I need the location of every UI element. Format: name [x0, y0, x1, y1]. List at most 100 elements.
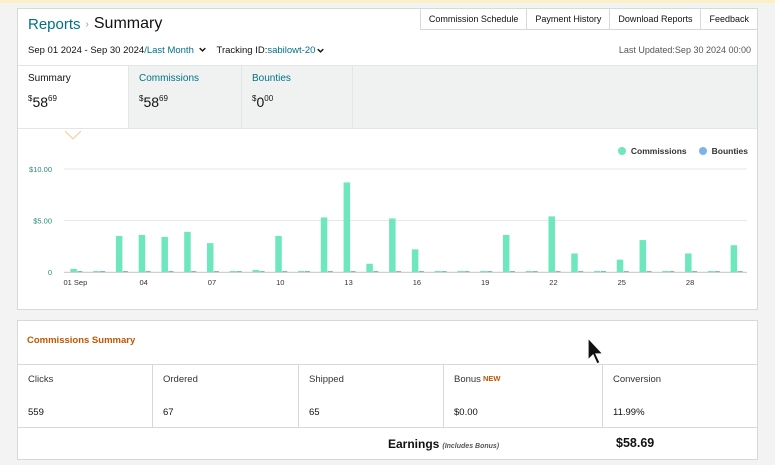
- y-tick-label: $10.00: [29, 165, 52, 174]
- stat-label: Clicks: [28, 374, 54, 385]
- amount-whole: 58: [32, 94, 49, 110]
- stat-conversion: Conversion 11.99%: [603, 365, 757, 427]
- chevron-down-icon: [198, 46, 206, 53]
- bar-commissions: [662, 270, 669, 272]
- earnings-title: Earnings: [388, 437, 440, 451]
- bar-commissions: [616, 259, 624, 272]
- legend-item-bounties[interactable]: Bounties: [698, 146, 748, 156]
- bar-bounties: [327, 270, 333, 272]
- period-dropdown[interactable]: /Last Month: [144, 45, 206, 56]
- bar-bounties: [646, 270, 652, 272]
- tab-amount: $58 69: [139, 94, 231, 110]
- tab-label: Bounties: [252, 73, 291, 84]
- bar-commissions: [366, 263, 373, 272]
- bar-bounties: [305, 270, 311, 272]
- tracking-label: Tracking ID:: [216, 45, 268, 56]
- bar-bounties: [259, 270, 265, 272]
- stat-value: 65: [309, 407, 320, 418]
- bar-commissions: [502, 234, 510, 272]
- bonus-label: Bonus: [454, 374, 481, 385]
- bar-bounties: [122, 270, 128, 272]
- bar-commissions: [730, 245, 738, 272]
- tab-amount: $0 00: [252, 94, 342, 110]
- x-tick-label: 28: [686, 278, 694, 287]
- bar-commissions: [594, 270, 601, 272]
- bar-bounties: [601, 270, 607, 272]
- earnings-bar-chart: 0 $5.00 $10.00 01 Sep 04 07 10 13 16 19 22 25 28: [29, 165, 747, 287]
- bar-commissions: [548, 216, 555, 272]
- x-tick-label: 07: [208, 278, 216, 287]
- x-tick-label: 19: [481, 278, 489, 287]
- tracking-id-dropdown[interactable]: Tracking ID: sabilowt-20: [217, 45, 325, 56]
- bar-bounties: [532, 270, 538, 272]
- y-tick-label: 0: [48, 268, 52, 277]
- tab-summary[interactable]: Summary $58 69: [18, 66, 129, 128]
- stat-label: Bonus NEW: [454, 374, 592, 385]
- bar-bounties: [396, 270, 402, 272]
- mouse-pointer-icon: [587, 337, 605, 365]
- amount-cents: 00: [264, 94, 274, 103]
- download-reports-button[interactable]: Download Reports: [610, 8, 702, 30]
- bar-commissions: [411, 249, 419, 272]
- amount-cents: 69: [159, 94, 168, 103]
- breadcrumb-reports-link[interactable]: Reports: [28, 16, 81, 33]
- legend-item-commissions[interactable]: Commissions: [617, 146, 687, 156]
- bar-commissions: [343, 182, 351, 272]
- bar-bounties: [441, 270, 447, 272]
- chevron-down-icon: [317, 47, 325, 54]
- bar-commissions: [525, 270, 533, 272]
- payment-history-button[interactable]: Payment History: [527, 8, 611, 30]
- stat-label: Shipped: [309, 374, 344, 385]
- bar-bounties: [282, 270, 288, 272]
- y-tick-label: $5.00: [33, 217, 52, 226]
- date-range: Sep 01 2024 - Sep 30 2024: [28, 45, 145, 56]
- tab-label: Commissions: [139, 73, 200, 84]
- breadcrumb-separator: ›: [85, 18, 89, 30]
- x-tick-label: 01 Sep: [63, 278, 87, 287]
- summary-panel: Reports › Summary Commission Schedule Pa…: [17, 8, 758, 310]
- period-value: Last Month: [146, 45, 194, 56]
- bar-bounties: [77, 270, 83, 272]
- bar-commissions: [320, 217, 328, 272]
- bar-commissions: [707, 270, 715, 272]
- tab-label: Summary: [28, 73, 71, 84]
- commissions-summary-grid: Clicks 559 Ordered 67 Shipped 65 Bonus NE…: [18, 364, 757, 428]
- bar-commissions: [434, 270, 442, 272]
- bar-bounties: [236, 270, 242, 272]
- bar-commissions: [298, 270, 305, 272]
- bar-commissions: [457, 270, 464, 272]
- filter-row: Sep 01 2024 - Sep 30 2024 /Last Month Tr…: [28, 45, 325, 56]
- feedback-button[interactable]: Feedback: [701, 8, 758, 30]
- last-updated: Last Updated:Sep 30 2024 00:00: [618, 45, 751, 55]
- top-nav: Commission Schedule Payment History Down…: [419, 8, 758, 30]
- bar-bounties: [100, 270, 106, 272]
- tab-amount: $58 69: [28, 94, 118, 110]
- bar-bounties: [373, 270, 379, 272]
- bar-commissions: [206, 243, 214, 272]
- commissions-summary-panel: Commissions Summary Clicks 559 Ordered 6…: [17, 320, 758, 460]
- earnings-note: (Includes Bonus): [442, 443, 500, 450]
- x-tick-label: 10: [276, 278, 284, 287]
- bar-commissions: [480, 270, 487, 272]
- stat-ordered: Ordered 67: [153, 365, 299, 427]
- tracking-value: sabilowt-20: [267, 45, 316, 56]
- new-badge: NEW: [482, 374, 501, 383]
- tab-commissions[interactable]: Commissions $58 69: [129, 66, 242, 128]
- bar-commissions: [252, 269, 260, 272]
- stat-shipped: Shipped 65: [299, 365, 444, 427]
- bar-bounties: [578, 270, 584, 272]
- bar-commissions: [161, 236, 168, 272]
- bar-commissions: [571, 253, 578, 272]
- bar-commissions: [275, 235, 282, 272]
- bar-bounties: [464, 270, 470, 272]
- bar-bounties: [191, 270, 197, 272]
- summary-tabs: Summary $58 69 Commissions $58 69 Bounties…: [18, 65, 757, 129]
- stat-value: 559: [28, 407, 44, 418]
- commission-schedule-button[interactable]: Commission Schedule: [419, 8, 528, 30]
- x-tick-label: 04: [140, 278, 148, 287]
- commissions-summary-title: Commissions Summary: [27, 335, 136, 346]
- tab-bounties[interactable]: Bounties $0 00: [242, 66, 353, 128]
- x-tick-label: 16: [413, 278, 421, 287]
- stat-label: Ordered: [163, 374, 198, 385]
- x-tick-label: 22: [549, 278, 557, 287]
